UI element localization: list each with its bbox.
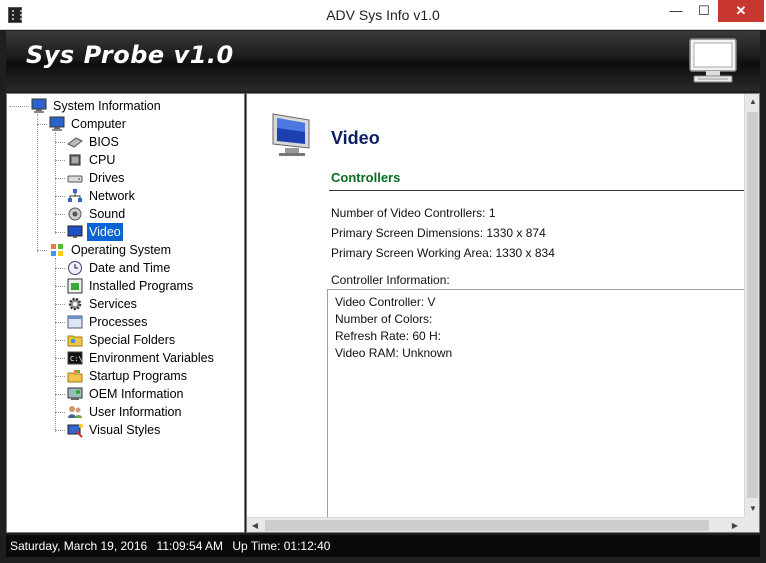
title-bar[interactable]: ADV Sys Info v1.0 — ☐ ✕ [0, 0, 766, 30]
tree-label: Visual Styles [89, 423, 161, 437]
details-panel: Video Controllers Number of Video Contro… [246, 93, 760, 533]
tree-label: Environment Variables [89, 351, 214, 365]
clock-icon [68, 261, 82, 275]
tree-label: Special Folders [89, 333, 176, 347]
scroll-down-arrow-icon[interactable]: ▼ [745, 501, 759, 517]
vertical-scrollbar[interactable]: ▲ ▼ [744, 94, 759, 517]
status-date: Saturday, March 19, 2016 [10, 539, 148, 553]
speaker-icon [68, 207, 82, 221]
status-bar: Saturday, March 19, 2016 11:09:54 AM Up … [6, 535, 760, 557]
startup-icon [67, 370, 83, 383]
processor-icon [69, 154, 81, 166]
users-icon [68, 406, 82, 418]
controller-line: Video Controller: V [335, 295, 436, 309]
computer-icon [31, 98, 47, 113]
tree-label: Operating System [71, 243, 172, 257]
controller-info-label: Controller Information: [331, 273, 450, 287]
window-title: ADV Sys Info v1.0 [326, 7, 440, 23]
tree-label: BIOS [89, 135, 119, 149]
horizontal-scrollbar[interactable]: ◀ ▶ [247, 517, 744, 532]
tree-label: Services [89, 297, 137, 311]
tree-label: User Information [89, 405, 182, 419]
command-prompt-icon: C:\ [67, 351, 83, 365]
gear-icon [68, 297, 82, 311]
svg-text:C:\: C:\ [70, 355, 83, 363]
tree-label: Computer [71, 117, 126, 131]
tree-label: CPU [89, 153, 116, 167]
folder-icon [67, 335, 83, 347]
tree-label: Date and Time [89, 261, 171, 275]
tree-label: Network [89, 189, 135, 203]
visual-styles-icon [67, 424, 83, 438]
tree-label: Video [87, 223, 123, 241]
scroll-left-arrow-icon[interactable]: ◀ [247, 518, 263, 532]
tree-label: Installed Programs [89, 279, 194, 293]
controller-line: Video RAM: Unknown [335, 346, 453, 360]
vertical-scroll-thumb[interactable] [747, 112, 758, 498]
display-icon [67, 225, 83, 238]
header-banner: Sys Probe v1.0 [6, 31, 760, 91]
section-heading: Controllers [331, 170, 401, 185]
tree-label: Sound [89, 207, 126, 221]
tree-label: Drives [89, 171, 125, 185]
info-working-area: Primary Screen Working Area: 1330 x 834 [331, 246, 555, 260]
scroll-up-arrow-icon[interactable]: ▲ [745, 94, 759, 110]
app-window: ADV Sys Info v1.0 — ☐ ✕ Sys Probe v1.0 S… [0, 0, 766, 563]
info-video-controllers: Number of Video Controllers: 1 [331, 206, 496, 220]
controller-line: Refresh Rate: 60 H: [335, 329, 442, 343]
programs-icon [67, 278, 83, 294]
computer-monitor-icon [689, 38, 737, 83]
oem-icon [67, 387, 83, 400]
tree-label: System Information [53, 99, 161, 113]
controller-info-box[interactable]: Video Controller: V Number of Colors: Re… [327, 289, 747, 519]
page-title: Video [331, 128, 380, 148]
tree-label: OEM Information [89, 387, 184, 401]
divider [329, 190, 745, 191]
tree-label: Startup Programs [89, 369, 187, 383]
computer-icon [49, 116, 65, 131]
navigation-tree[interactable]: System Information Computer BIOS CPU Dri… [6, 93, 245, 533]
maximize-button[interactable]: ☐ [690, 0, 718, 22]
tree-label: Processes [89, 315, 148, 329]
windows-logo-icon [51, 244, 63, 256]
banner-title: Sys Probe v1.0 [26, 41, 234, 69]
minimize-button[interactable]: — [662, 0, 690, 22]
chip-icon [67, 137, 83, 148]
close-button[interactable]: ✕ [718, 0, 764, 22]
status-time: 11:09:54 AM [156, 539, 224, 553]
info-screen-dimensions: Primary Screen Dimensions: 1330 x 874 [331, 226, 546, 240]
display-icon [272, 113, 310, 156]
scrollbar-corner [744, 517, 759, 532]
status-uptime: Up Time: 01:12:40 [232, 539, 331, 553]
task-list-icon [67, 315, 83, 329]
horizontal-scroll-thumb[interactable] [265, 520, 709, 531]
scroll-right-arrow-icon[interactable]: ▶ [727, 518, 743, 532]
hard-drive-icon [67, 175, 83, 183]
controller-line: Number of Colors: [335, 312, 433, 326]
network-icon [68, 189, 82, 202]
